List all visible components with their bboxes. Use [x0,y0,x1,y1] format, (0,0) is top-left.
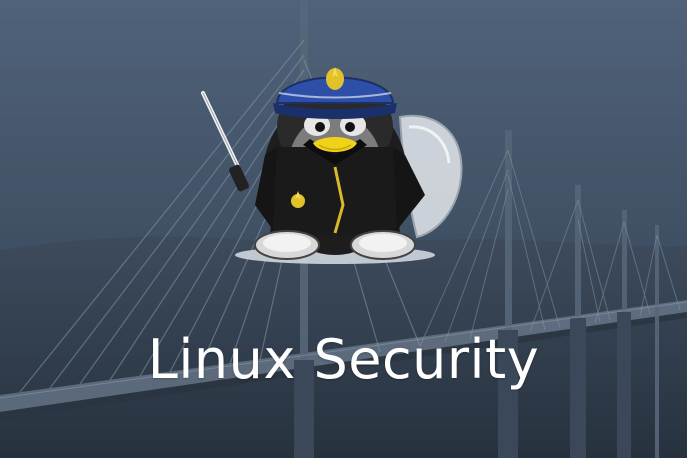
baton-icon [201,91,249,192]
linux-security-banner: Linux Security [0,0,687,458]
tux-penguin-security-guard-icon [201,67,463,264]
police-cap-icon [273,67,397,119]
banner-headline: Linux Security [147,328,540,391]
